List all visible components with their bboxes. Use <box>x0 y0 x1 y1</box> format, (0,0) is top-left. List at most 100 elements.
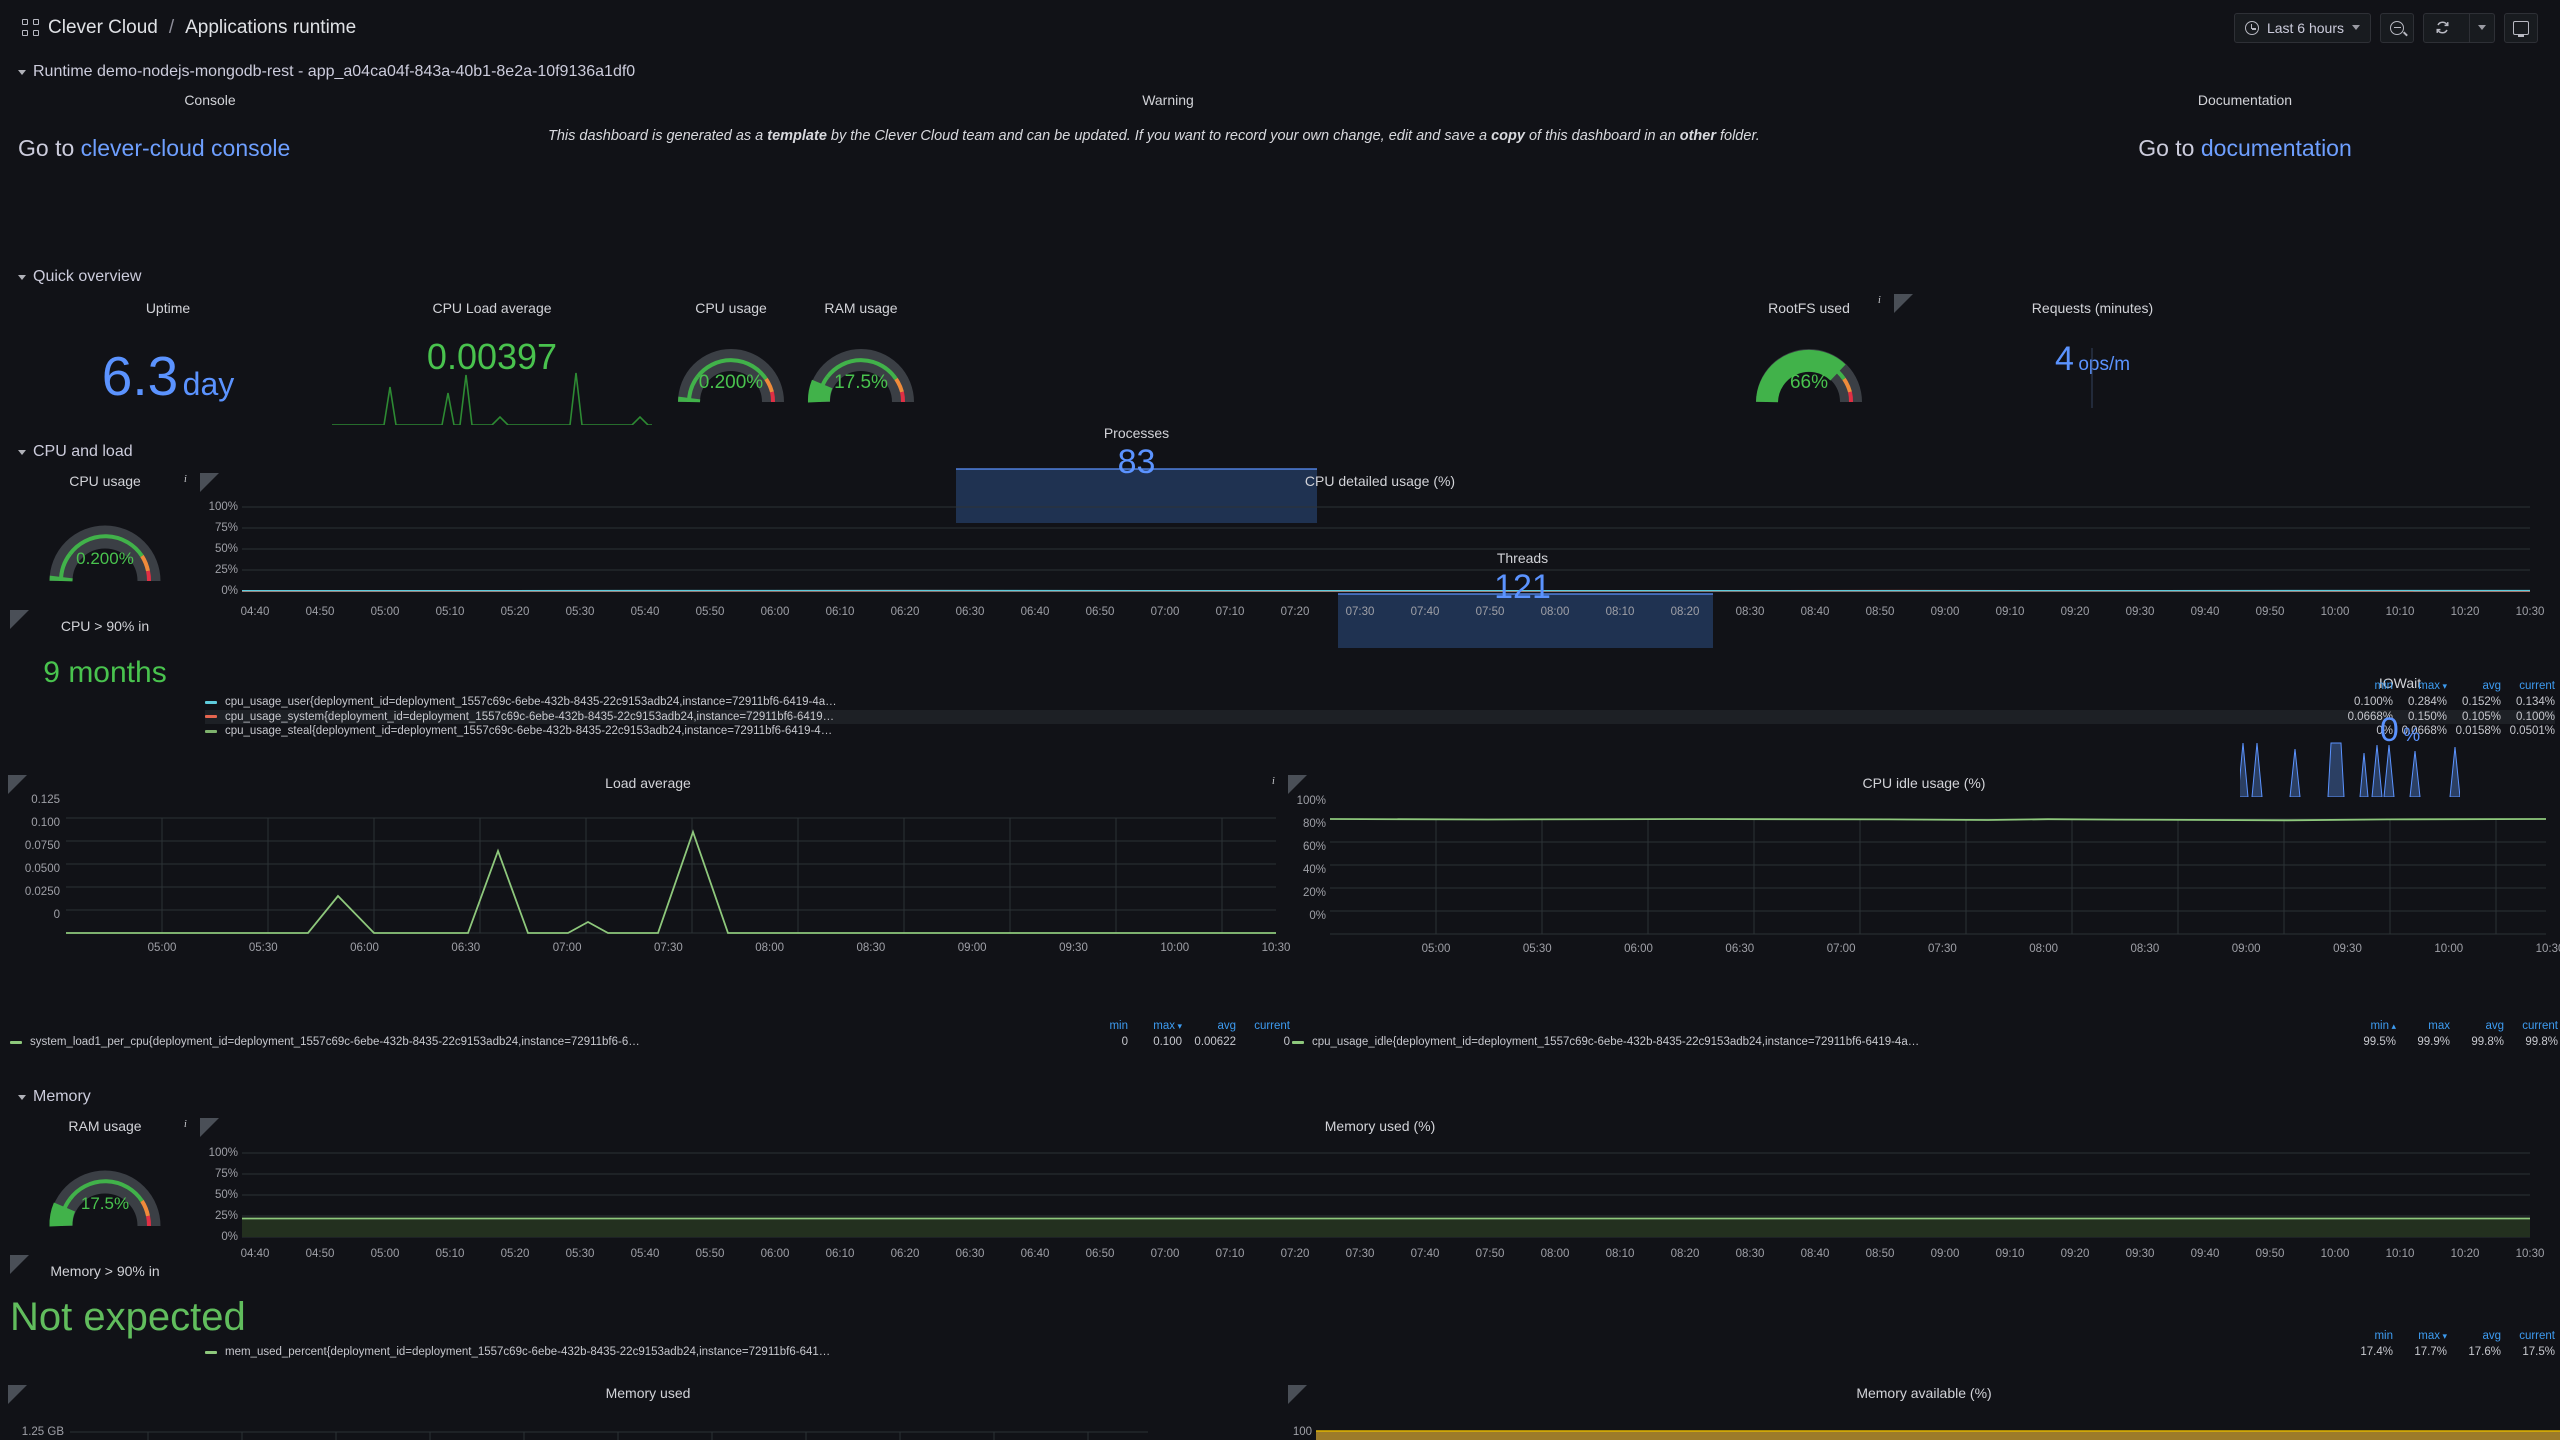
legend-row[interactable]: mem_used_percent{deployment_id=deploymen… <box>205 1345 2555 1360</box>
panel-info-corner[interactable]: i <box>10 610 29 629</box>
row-title-cpu-and-load: CPU and load <box>33 443 133 460</box>
legend-series-name[interactable]: cpu_usage_system{deployment_id=deploymen… <box>225 711 834 723</box>
legend-row[interactable]: system_load1_per_cpu{deployment_id=deplo… <box>10 1035 1290 1050</box>
legend-col-avg[interactable]: avg <box>2447 680 2501 695</box>
x-tick: 06:10 <box>825 1248 855 1260</box>
x-tick: 08:00 <box>1540 1248 1570 1260</box>
legend-col-min[interactable]: min <box>1074 1020 1128 1035</box>
panel-info-corner[interactable]: i <box>184 473 219 492</box>
legend-stat-min: 0.100% <box>2353 696 2393 709</box>
documentation-link[interactable]: documentation <box>2201 135 2352 161</box>
legend-col-avg[interactable]: avg <box>1182 1020 1236 1035</box>
panel-uptime: Uptime 6.3 day <box>8 300 328 425</box>
legend-series-name[interactable]: cpu_usage_user{deployment_id=deployment_… <box>225 696 837 708</box>
tv-mode-button[interactable] <box>2504 12 2538 43</box>
warning-text: This dashboard is generated as a templat… <box>548 125 1788 147</box>
legend-cpu-idle-usage: min ▴ max avg current cpu_usage_idle{dep… <box>1292 1020 2558 1050</box>
documentation-text: Go to documentation <box>2030 135 2460 162</box>
y-tick: 0.0500 <box>24 863 60 875</box>
panel-ram-usage-overview: RAM usage 17.5% <box>786 300 936 425</box>
refresh-button[interactable] <box>2424 14 2461 42</box>
x-tick: 05:30 <box>248 942 278 954</box>
time-range-label: Last 6 hours <box>2266 19 2344 36</box>
refresh-control[interactable] <box>2423 12 2495 43</box>
legend-col-max[interactable]: max <box>2396 1020 2450 1035</box>
panel-load-average: i Load average 0.125 0.100 0.0750 0.0500… <box>8 775 1290 1010</box>
x-tick: 05:30 <box>565 606 595 618</box>
zoom-out-time-button[interactable] <box>2380 12 2414 43</box>
clever-cloud-console-link[interactable]: clever-cloud console <box>81 135 291 161</box>
legend-color-swatch <box>205 1350 217 1354</box>
row-header-memory[interactable]: Memory <box>18 1088 91 1106</box>
legend-row[interactable]: cpu_usage_user{deployment_id=deployment_… <box>205 695 2555 710</box>
panel-info-corner[interactable]: i <box>8 1385 27 1404</box>
x-tick: 08:40 <box>1800 1248 1830 1260</box>
legend-col-min[interactable]: min <box>2339 680 2393 695</box>
x-tick: 08:10 <box>1605 1248 1635 1260</box>
legend-col-min[interactable]: min <box>2339 1330 2393 1345</box>
panel-info-corner[interactable]: i <box>184 1118 219 1137</box>
legend-row[interactable]: cpu_usage_steal{deployment_id=deployment… <box>205 724 2555 739</box>
legend-stat-avg: 17.6% <box>2468 1346 2501 1359</box>
x-tick: 08:30 <box>2130 943 2160 955</box>
dashboards-grid-icon[interactable] <box>22 19 39 36</box>
panel-cpu-usage-overview: CPU usage 0.200% <box>656 300 806 425</box>
y-tick: 100% <box>208 1147 238 1159</box>
ram-usage-gauge-value-overview: 17.5% <box>834 372 888 393</box>
legend-stat-avg: 0.152% <box>2461 696 2501 709</box>
x-tick: 05:50 <box>695 1248 725 1260</box>
x-tick: 07:20 <box>1280 1248 1310 1260</box>
refresh-interval-dropdown[interactable] <box>2469 13 2494 42</box>
panel-info-corner[interactable]: i <box>1288 1385 1307 1404</box>
legend-col-current[interactable]: current <box>2501 680 2555 695</box>
legend-col-avg[interactable]: avg <box>2447 1330 2501 1345</box>
legend-col-max[interactable]: max ▾ <box>2393 1330 2447 1345</box>
x-tick: 05:10 <box>435 606 465 618</box>
legend-col-min[interactable]: min ▴ <box>2342 1020 2396 1035</box>
y-tick: 100% <box>1296 795 1326 807</box>
legend-series-name[interactable]: cpu_usage_idle{deployment_id=deployment_… <box>1312 1036 1919 1048</box>
x-tick: 06:00 <box>1624 943 1653 955</box>
panel-console: Console Go to clever-cloud console <box>10 92 410 162</box>
legend-rows: system_load1_per_cpu{deployment_id=deplo… <box>10 1035 1290 1050</box>
legend-col-max[interactable]: max ▾ <box>1128 1020 1182 1035</box>
breadcrumb-leaf[interactable]: Applications runtime <box>185 17 356 39</box>
legend-col-current[interactable]: current <box>2501 1330 2555 1345</box>
x-tick: 08:30 <box>1735 606 1765 618</box>
chevron-down-icon <box>18 69 26 75</box>
legend-series-name[interactable]: system_load1_per_cpu{deployment_id=deplo… <box>30 1036 640 1048</box>
legend-series-name[interactable]: mem_used_percent{deployment_id=deploymen… <box>225 1346 830 1358</box>
breadcrumb-root[interactable]: Clever Cloud <box>48 17 158 39</box>
zoom-out-icon <box>2390 20 2404 35</box>
panel-info-corner[interactable]: i <box>10 1255 29 1274</box>
panel-title-requests-minutes: Requests (minutes) <box>2031 300 2154 316</box>
row-header-cpu-and-load[interactable]: CPU and load <box>18 443 133 461</box>
time-range-picker[interactable]: Last 6 hours <box>2233 12 2371 43</box>
x-tick: 04:40 <box>240 606 270 618</box>
legend-cpu-detailed-usage: min max ▾ avg current cpu_usage_user{dep… <box>205 680 2555 739</box>
x-tick: 05:20 <box>500 606 530 618</box>
legend-stats: 17.4% 17.7% 17.6% 17.5% <box>2339 1346 2555 1358</box>
x-tick: 07:30 <box>1927 943 1957 955</box>
legend-col-current[interactable]: current <box>1236 1020 1290 1035</box>
toolbar-right: Last 6 hours <box>2233 12 2538 43</box>
panel-requests-minutes: Requests (minutes) 4 ops/m <box>1920 300 2265 425</box>
row-header-runtime[interactable]: Runtime demo-nodejs-mongodb-rest - app_a… <box>18 63 635 81</box>
panel-info-corner[interactable]: i <box>1878 294 1913 313</box>
warning-text-p1: This dashboard is generated as a <box>548 128 768 144</box>
legend-row[interactable]: cpu_usage_idle{deployment_id=deployment_… <box>1292 1035 2558 1050</box>
legend-series-name[interactable]: cpu_usage_steal{deployment_id=deployment… <box>225 725 832 737</box>
legend-row[interactable]: cpu_usage_system{deployment_id=deploymen… <box>205 709 2555 724</box>
row-header-quick-overview[interactable]: Quick overview <box>18 268 141 286</box>
legend-color-swatch <box>205 729 217 733</box>
x-tick: 06:00 <box>350 942 379 954</box>
x-tick: 07:10 <box>1215 606 1245 618</box>
legend-col-current[interactable]: current <box>2504 1020 2558 1035</box>
panel-title-memory-90: Memory > 90% in <box>50 1263 160 1279</box>
x-tick: 05:00 <box>370 606 400 618</box>
legend-col-max[interactable]: max ▾ <box>2393 680 2447 695</box>
y-tick: 25% <box>214 1210 238 1222</box>
legend-col-avg[interactable]: avg <box>2450 1020 2504 1035</box>
x-tick: 09:10 <box>1995 1248 2025 1260</box>
y-tick: 75% <box>214 522 238 534</box>
